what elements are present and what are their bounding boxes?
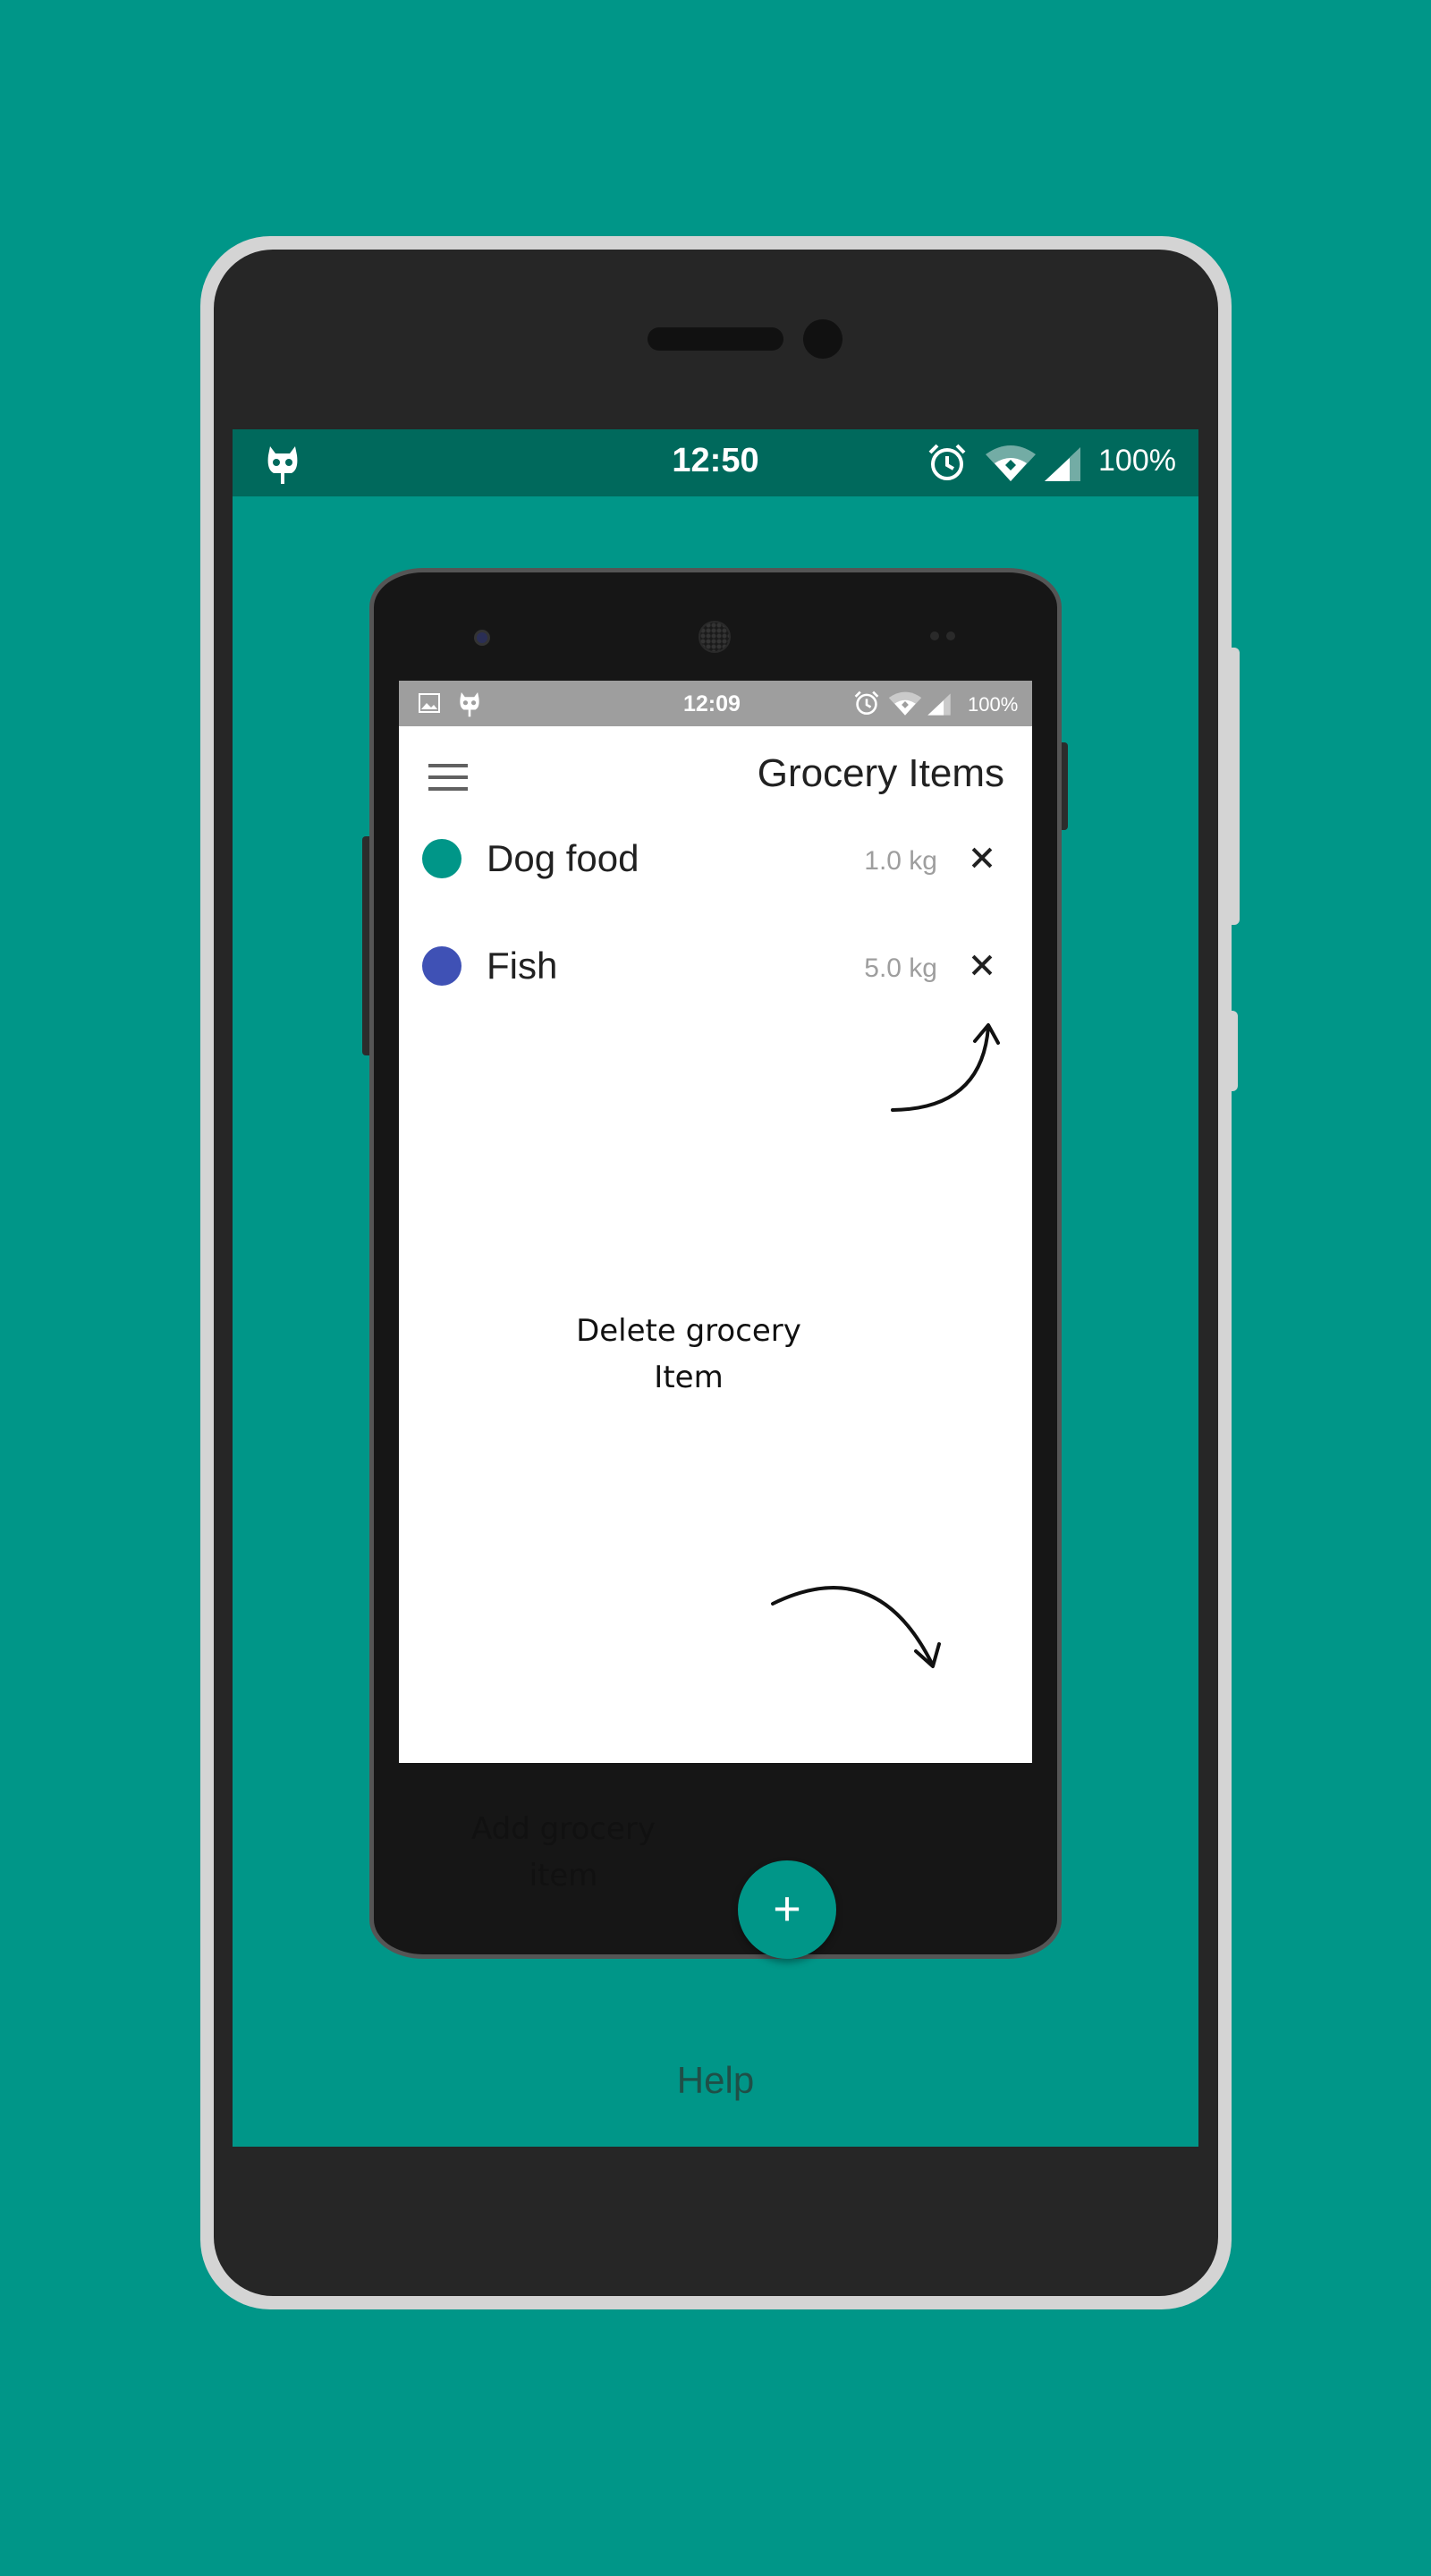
status-bar: 12:50 100% [233,429,1198,496]
hamburger-menu-icon[interactable] [428,764,468,791]
item-quantity: 5.0 kg [864,953,937,983]
inner-camera [474,630,490,646]
outer-side-button-2 [1225,1011,1238,1091]
cyanogenmod-icon [460,692,479,717]
inner-status-bar: 12:09 100% [399,681,1032,726]
alarm-icon [854,691,879,716]
page-title: Grocery Items [757,751,1004,795]
item-quantity: 1.0 kg [864,846,937,876]
delete-annotation-line2: Item [654,1360,724,1395]
add-annotation: Add grocery item [447,1806,680,1899]
delete-icon[interactable] [964,841,1000,877]
list-item[interactable]: Dog food 1.0 kg [399,813,1032,902]
list-item[interactable]: Fish 5.0 kg [399,920,1032,1010]
outer-side-button [1225,648,1240,925]
wifi-icon [986,445,1036,481]
earpiece [648,327,783,351]
add-annotation-line2: item [529,1858,598,1894]
signal-icon [1045,447,1080,481]
inner-sensor [930,631,939,640]
alarm-icon [928,444,966,480]
wifi-icon [888,691,922,716]
add-item-button[interactable]: + [738,1860,836,1959]
delete-annotation: Delete grocery Item [555,1308,823,1401]
item-name: Fish [487,945,558,987]
front-camera [803,319,843,359]
inner-battery-percent: 100% [968,693,1019,716]
inner-status-time: 12:09 [683,691,741,716]
delete-icon[interactable] [964,948,1000,984]
outer-screen: 12:50 100% 12:09 100% Grocery Items Dog … [233,429,1198,2147]
item-name: Dog food [487,837,639,879]
delete-annotation-line1: Delete grocery [576,1313,801,1349]
inner-sensor [946,631,955,640]
add-annotation-line1: Add grocery [471,1811,656,1847]
inner-app-screen: 12:09 100% Grocery Items Dog food 1.0 kg… [399,681,1032,1763]
signal-icon [927,693,951,716]
item-color-dot [422,946,461,986]
help-button[interactable]: Help [233,2059,1198,2102]
battery-percent: 100% [1098,444,1176,478]
inner-speaker [699,621,731,653]
item-color-dot [422,839,461,878]
image-icon [419,693,440,713]
